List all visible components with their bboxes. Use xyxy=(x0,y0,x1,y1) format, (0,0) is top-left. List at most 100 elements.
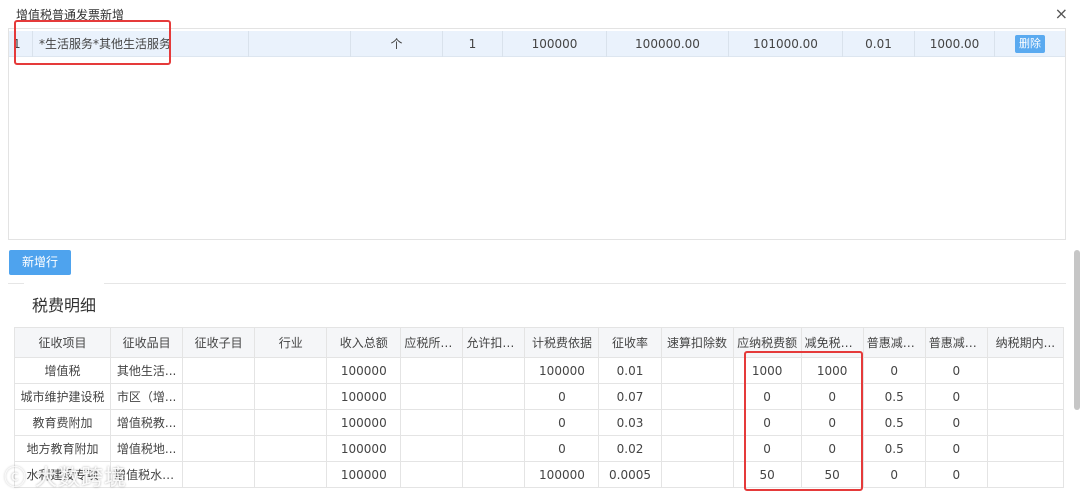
invoice-item-row[interactable]: 1 *生活服务*其他生活服务 个 1 100000 100000.00 1010… xyxy=(9,31,1065,57)
tax-table-cell: 市区（增... xyxy=(110,383,184,410)
tax-table-cell: 50 xyxy=(732,461,802,488)
tax-table-cell: 教育费附加 xyxy=(13,409,112,436)
tax-table-cell: 1000 xyxy=(732,357,802,384)
section-title-tax-details: 税费明细 xyxy=(32,296,97,315)
tax-table-cell: 0 xyxy=(862,357,926,384)
tax-table-cell: 0.0005 xyxy=(598,461,662,488)
tax-table-cell: 0.07 xyxy=(598,383,662,410)
tax-table-cell xyxy=(400,383,464,410)
tax-table-cell: 100000 xyxy=(524,461,600,488)
tax-table-header-cell[interactable]: 征收子目 xyxy=(182,327,256,358)
tax-table-cell xyxy=(986,461,1065,488)
item-spec-cell[interactable] xyxy=(249,31,351,57)
tax-table-cell: 水利建设专项 xyxy=(13,461,112,488)
item-index: 1 xyxy=(9,31,33,57)
tax-table-cell: 0 xyxy=(924,461,988,488)
tax-details-table: 征收项目 征收品目 征收子目 行业 收入总额 应税所得... 允许扣除... 计税费依据 征收率… xyxy=(13,327,1065,488)
tax-table-cell: 增值税水利... xyxy=(110,461,184,488)
item-amount-with-tax-cell[interactable]: 101000.00 xyxy=(729,31,843,57)
tax-table-cell xyxy=(660,383,734,410)
section-divider-right xyxy=(104,283,1066,284)
tax-table-row[interactable]: 城市维护建设税 市区（增... 100000 0 0.07 0 0 0.5 0 xyxy=(13,383,1065,410)
tax-table-cell xyxy=(986,357,1065,384)
item-name-cell[interactable]: *生活服务*其他生活服务 xyxy=(33,31,249,57)
tax-table-cell: 0.5 xyxy=(862,383,926,410)
tax-table-header-cell[interactable]: 征收率 xyxy=(598,327,662,358)
tax-table-cell: 0 xyxy=(732,435,802,462)
tax-table-cell xyxy=(254,409,328,436)
tax-table-cell xyxy=(400,461,464,488)
tax-table-cell: 0 xyxy=(524,435,600,462)
tax-table-cell: 100000 xyxy=(326,461,402,488)
tax-table-cell xyxy=(462,461,526,488)
tax-table-cell: 0.01 xyxy=(598,357,662,384)
tax-table-cell xyxy=(254,435,328,462)
tax-table-cell: 0 xyxy=(924,383,988,410)
tax-table-cell: 100000 xyxy=(524,357,600,384)
tax-table-cell: 0 xyxy=(732,409,802,436)
tax-table-cell xyxy=(462,435,526,462)
tax-table-cell xyxy=(660,435,734,462)
item-tax-rate-cell[interactable]: 0.01 xyxy=(843,31,915,57)
tax-table-cell xyxy=(182,383,256,410)
tax-table-cell: 0 xyxy=(924,435,988,462)
tax-table-cell: 0.02 xyxy=(598,435,662,462)
tax-table-cell: 100000 xyxy=(326,435,402,462)
delete-row-button[interactable]: 删除 xyxy=(1015,35,1045,53)
dialog-header: 增值税普通发票新增 × xyxy=(0,0,1080,28)
tax-table-cell xyxy=(462,383,526,410)
vertical-scrollbar[interactable] xyxy=(1074,250,1080,410)
tax-table-header-cell[interactable]: 征收品目 xyxy=(110,327,184,358)
tax-table-cell xyxy=(182,409,256,436)
tax-table-row[interactable]: 地方教育附加 增值税地... 100000 0 0.02 0 0 0.5 0 xyxy=(13,435,1065,462)
add-row-button[interactable]: 新增行 xyxy=(9,250,71,275)
tax-table-header-cell[interactable]: 应税所得... xyxy=(400,327,464,358)
tax-table-cell: 0.5 xyxy=(862,435,926,462)
tax-table-header-cell[interactable]: 征收项目 xyxy=(13,327,112,358)
tax-table-cell: 0 xyxy=(524,383,600,410)
tax-table-header-cell[interactable]: 行业 xyxy=(254,327,328,358)
tax-table-header-cell[interactable]: 普惠减免... xyxy=(924,327,988,358)
tax-table-cell: 0 xyxy=(732,383,802,410)
tax-table-row[interactable]: 水利建设专项 增值税水利... 100000 100000 0.0005 50 50 0 0 xyxy=(13,461,1065,488)
tax-table-cell xyxy=(182,357,256,384)
tax-table-header-cell[interactable]: 收入总额 xyxy=(326,327,402,358)
tax-table-cell: 0 xyxy=(524,409,600,436)
tax-table-header-cell[interactable]: 普惠减征... xyxy=(862,327,926,358)
tax-table-cell: 0 xyxy=(862,461,926,488)
item-quantity-cell[interactable]: 1 xyxy=(443,31,503,57)
tax-table-row[interactable]: 增值税 其他生活... 100000 100000 0.01 1000 1000 0 0 xyxy=(13,357,1065,384)
item-tax-cell[interactable]: 1000.00 xyxy=(915,31,995,57)
tax-table-cell xyxy=(400,357,464,384)
tax-table-header-cell[interactable]: 计税费依据 xyxy=(524,327,600,358)
tax-table-cell: 增值税教... xyxy=(110,409,184,436)
tax-table-header-cell[interactable]: 纳税期内... xyxy=(986,327,1065,358)
tax-table-header-row: 征收项目 征收品目 征收子目 行业 收入总额 应税所得... 允许扣除... 计税费依据 征收率… xyxy=(13,327,1065,358)
item-amount-cell[interactable]: 100000.00 xyxy=(607,31,729,57)
tax-table-cell xyxy=(462,357,526,384)
tax-table-cell: 地方教育附加 xyxy=(13,435,112,462)
tax-table-header-cell[interactable]: 允许扣除... xyxy=(462,327,526,358)
close-icon[interactable]: × xyxy=(1055,6,1068,22)
tax-table-cell xyxy=(254,461,328,488)
tax-table-cell xyxy=(660,409,734,436)
tax-table-cell: 0 xyxy=(800,435,864,462)
tax-table-cell: 增值税 xyxy=(13,357,112,384)
tax-table-header-cell[interactable]: 减免税费... xyxy=(800,327,864,358)
tax-table-cell xyxy=(986,409,1065,436)
item-price-cell[interactable]: 100000 xyxy=(503,31,607,57)
tax-table-cell xyxy=(254,383,328,410)
section-divider-left xyxy=(8,283,24,284)
tax-table-header-cell[interactable]: 应纳税费额 xyxy=(732,327,802,358)
tax-table-row[interactable]: 教育费附加 增值税教... 100000 0 0.03 0 0 0.5 0 xyxy=(13,409,1065,436)
tax-table-cell xyxy=(986,435,1065,462)
tax-table-cell xyxy=(254,357,328,384)
tax-table-cell: 其他生活... xyxy=(110,357,184,384)
tax-table-header-cell[interactable]: 速算扣除数 xyxy=(660,327,734,358)
item-unit-cell[interactable]: 个 xyxy=(351,31,443,57)
tax-table-cell: 100000 xyxy=(326,409,402,436)
tax-table-cell xyxy=(400,409,464,436)
tax-table-cell xyxy=(660,357,734,384)
tax-table-cell: 0 xyxy=(800,409,864,436)
tax-table-cell xyxy=(660,461,734,488)
